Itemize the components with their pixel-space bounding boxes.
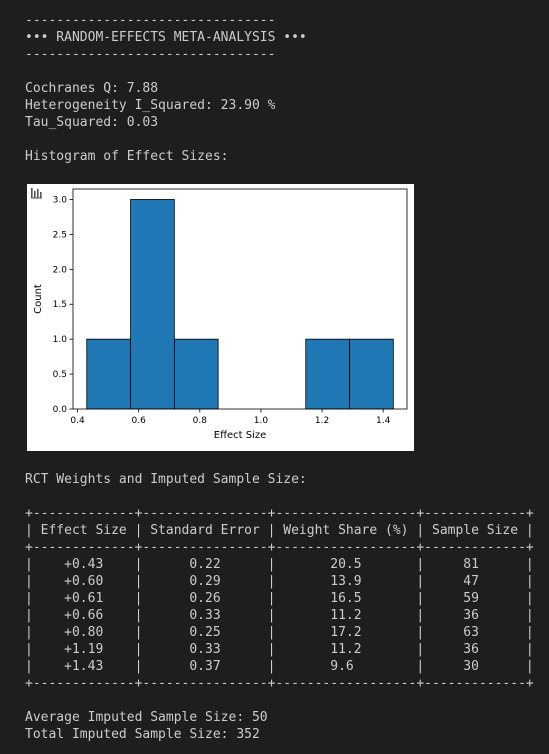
total-sample-size-line: Total Imputed Sample Size: 352 [25, 727, 260, 742]
x-axis-label: Effect Size [214, 430, 267, 441]
histogram-bars [86, 199, 394, 410]
chart-type-icon[interactable] [30, 188, 43, 199]
y-tick-label: 2.0 [53, 265, 68, 275]
x-tick-label: 0.6 [132, 416, 147, 426]
histogram-bar [349, 338, 394, 410]
histogram-bar [130, 199, 175, 410]
table-row: | +0.60 | 0.29 | 13.9 | 47 | [25, 574, 534, 589]
y-tick-label: 3.0 [53, 195, 68, 205]
table-top-border: +-------------+----------------+--------… [25, 506, 534, 521]
tau-squared-line: Tau_Squared: 0.03 [25, 115, 159, 130]
histogram-bar [173, 338, 219, 410]
histogram-bar [305, 338, 350, 410]
histogram-chart: 0.4 0.6 0.8 1.0 1.2 1.4 0.0 0.5 1.0 1.5 2.0 2.5 3.0… [30, 188, 408, 441]
x-tick-label: 0.4 [70, 416, 85, 426]
y-tick-label: 2.5 [53, 230, 67, 240]
table-bottom-border: +-------------+----------------+--------… [25, 676, 534, 691]
i-squared-line: Heterogeneity I_Squared: 23.90 % [25, 98, 276, 113]
histogram-heading: Histogram of Effect Sizes: [25, 149, 229, 164]
histogram-figure: 0.4 0.6 0.8 1.0 1.2 1.4 0.0 0.5 1.0 1.5 2.0 2.5 3.0… [27, 184, 414, 451]
cochranes-q-line: Cochranes Q: 7.88 [25, 81, 159, 96]
table-row: | +1.19 | 0.33 | 11.2 | 36 | [25, 642, 534, 657]
table-row: | +0.43 | 0.22 | 20.5 | 81 | [25, 557, 534, 572]
x-tick-label: 1.0 [254, 416, 269, 426]
x-tick-label: 1.2 [315, 416, 329, 426]
table-header-row: | Effect Size | Standard Error | Weight … [25, 523, 534, 538]
x-tick-label: 0.8 [193, 416, 208, 426]
top-divider: -------------------------------- [25, 13, 276, 28]
table-row: | +0.66 | 0.33 | 11.2 | 36 | [25, 608, 534, 623]
table-row: | +0.80 | 0.25 | 17.2 | 63 | [25, 625, 534, 640]
y-axis-label: Count [33, 284, 44, 314]
average-sample-size-line: Average Imputed Sample Size: 50 [25, 710, 268, 725]
table-row: | +1.43 | 0.37 | 9.6 | 30 | [25, 659, 534, 674]
y-axis-ticks: 0.0 0.5 1.0 1.5 2.0 2.5 3.0 [53, 195, 73, 415]
histogram-bar [86, 338, 131, 410]
y-tick-label: 1.5 [53, 300, 67, 310]
analysis-heading: ••• RANDOM-EFFECTS META-ANALYSIS ••• [25, 30, 307, 45]
table-header-border: +-------------+----------------+--------… [25, 540, 534, 555]
x-tick-label: 1.4 [376, 416, 391, 426]
bottom-divider: -------------------------------- [25, 47, 276, 62]
y-tick-label: 0.5 [53, 370, 67, 380]
y-tick-label: 0.0 [53, 405, 68, 415]
table-row: | +0.61 | 0.26 | 16.5 | 59 | [25, 591, 534, 606]
x-axis-ticks: 0.4 0.6 0.8 1.0 1.2 1.4 [70, 409, 391, 426]
table-heading: RCT Weights and Imputed Sample Size: [25, 472, 307, 487]
y-tick-label: 1.0 [53, 335, 68, 345]
